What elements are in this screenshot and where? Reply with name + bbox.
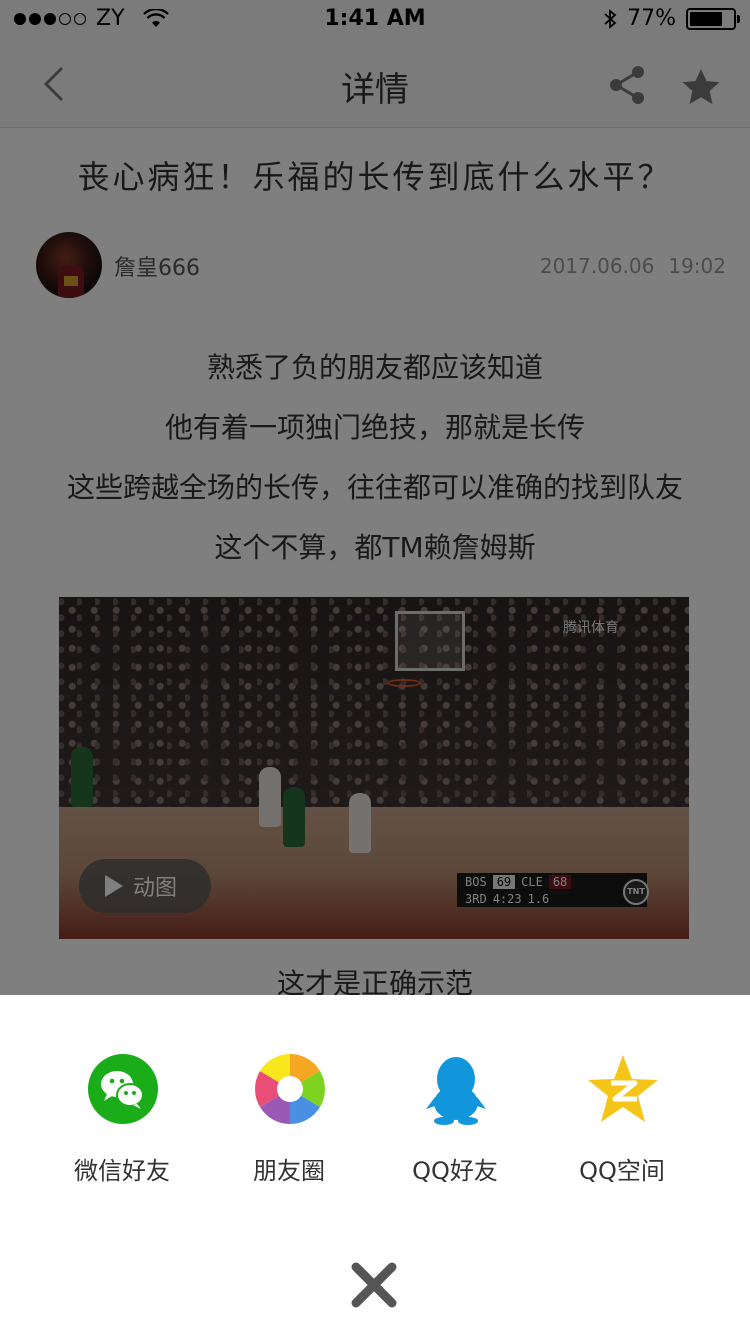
share-sheet: 微信好友 朋友圈 QQ好友 QQ空间: [0, 995, 750, 1334]
share-moments-label: 朋友圈: [253, 1157, 325, 1185]
qzone-icon: [588, 1055, 658, 1122]
qq-icon: [426, 1057, 486, 1125]
modal-overlay[interactable]: [0, 0, 750, 995]
moments-icon: [255, 1054, 325, 1124]
share-wechat[interactable]: 微信好友: [37, 1053, 207, 1185]
share-moments[interactable]: 朋友圈: [204, 1053, 374, 1185]
share-wechat-label: 微信好友: [74, 1157, 170, 1185]
share-qzone[interactable]: QQ空间: [537, 1053, 707, 1185]
page: ZY 1:41 AM 77% 详情: [0, 0, 750, 1334]
wechat-icon: [88, 1054, 158, 1124]
share-qzone-label: QQ空间: [579, 1157, 665, 1185]
share-qq-label: QQ好友: [412, 1157, 498, 1185]
close-icon[interactable]: [348, 1259, 400, 1311]
share-qq[interactable]: QQ好友: [370, 1053, 540, 1185]
